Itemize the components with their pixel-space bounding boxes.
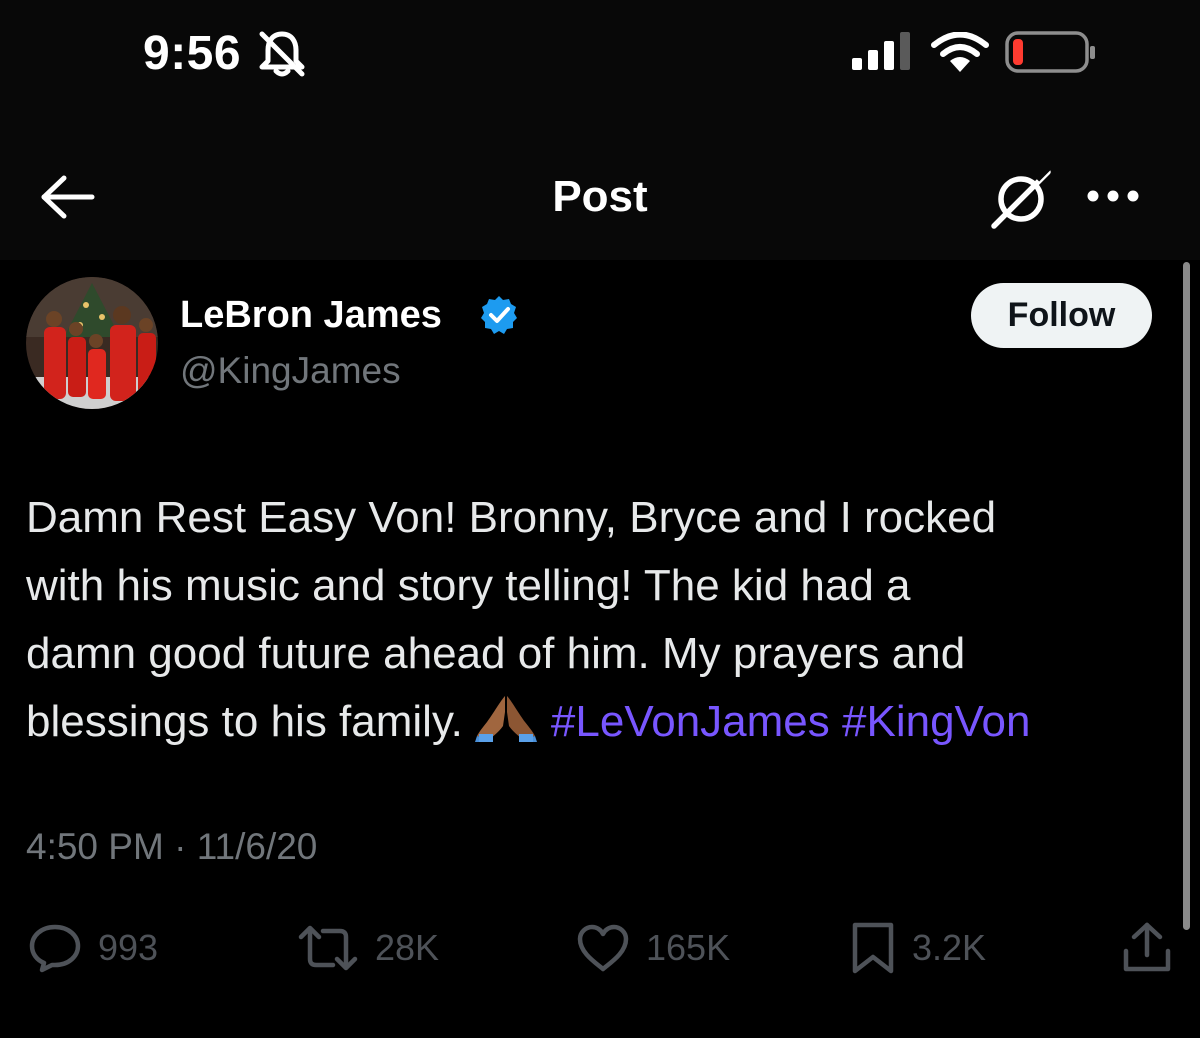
bell-slash-icon: [259, 31, 305, 77]
signal-icon: [852, 32, 910, 70]
more-icon[interactable]: [1085, 186, 1141, 206]
repost-button[interactable]: 28K: [297, 920, 439, 976]
reply-icon: [29, 924, 81, 973]
like-count: 165K: [646, 927, 731, 968]
tweet-line: with his music and story telling! The ki…: [26, 561, 911, 610]
reply-button[interactable]: 993: [28, 920, 158, 976]
verified-badge-icon: [481, 296, 517, 334]
wifi-icon: [931, 32, 989, 72]
bookmark-button[interactable]: 3.2K: [850, 920, 986, 976]
status-time: 9:56: [143, 27, 242, 80]
repost-icon: [298, 925, 358, 971]
share-button[interactable]: [1122, 920, 1188, 976]
like-button[interactable]: 165K: [576, 920, 730, 976]
post-date: 11/6/20: [196, 826, 318, 867]
like-icon: [577, 924, 629, 972]
share-icon: [1123, 922, 1171, 972]
tweet-line-text: blessings to his family.: [26, 697, 463, 746]
tweet-line: damn good future ahead of him. My prayer…: [26, 629, 966, 678]
post-time: 4:50 PM: [26, 826, 164, 867]
tweet-line: Damn Rest Easy Von! Bronny, Bryce and I …: [26, 493, 997, 542]
repost-count: 28K: [375, 927, 440, 968]
bookmark-icon: [852, 922, 894, 974]
praying-hands-emoji-icon: [474, 696, 537, 742]
author-handle[interactable]: @KingJames: [180, 350, 401, 392]
meta-separator: ·: [174, 826, 187, 867]
hashtag-link[interactable]: #LeVonJames: [551, 697, 830, 746]
status-bar: 9:56: [0, 0, 1200, 110]
avatar[interactable]: [26, 277, 158, 409]
follow-button[interactable]: Follow: [971, 283, 1152, 348]
action-bar: 993 28K 165K 3.2K: [0, 920, 1200, 980]
grok-icon[interactable]: [990, 168, 1054, 230]
tweet-text: Damn Rest Easy Von! Bronny, Bryce and I …: [26, 484, 1186, 756]
bookmark-count: 3.2K: [912, 927, 987, 968]
tweet-line-last: blessings to his family. #LeVonJames #Ki…: [26, 688, 1186, 756]
author-name[interactable]: LeBron James: [180, 294, 442, 337]
reply-count: 993: [98, 927, 159, 968]
post-timestamp[interactable]: 4:50 PM · 11/6/20: [26, 826, 317, 868]
battery-icon: [1005, 31, 1095, 73]
hashtag-link[interactable]: #KingVon: [842, 697, 1030, 746]
